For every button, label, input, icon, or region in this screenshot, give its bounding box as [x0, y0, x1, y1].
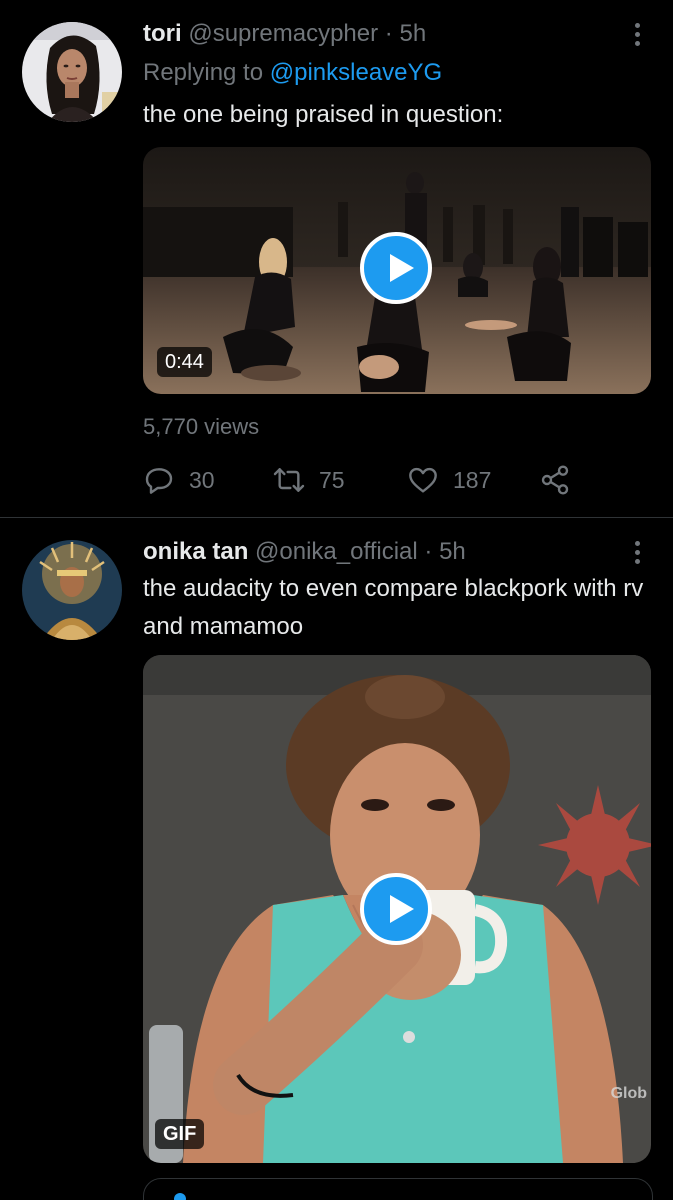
display-name[interactable]: tori	[143, 20, 182, 47]
next-tweet-card-preview[interactable]	[143, 1178, 653, 1200]
replying-to-line: Replying to @pinksleaveYG	[143, 58, 442, 88]
tweet-header: tori @supremacypher · 5h	[143, 19, 426, 49]
replying-to-label: Replying to	[143, 59, 264, 86]
reply-button[interactable]: 30	[143, 460, 215, 500]
video-duration-badge: 0:44	[157, 347, 212, 377]
play-icon[interactable]	[360, 232, 432, 304]
like-icon	[409, 467, 437, 493]
tweet-timestamp[interactable]: 5h	[439, 538, 466, 565]
retweet-button[interactable]: 75	[273, 460, 345, 500]
gif-badge: GIF	[155, 1119, 205, 1149]
tweet-text: the one being praised in question:	[143, 101, 504, 128]
user-handle[interactable]: @onika_official	[255, 538, 418, 565]
timeline-feed: tori @supremacypher · 5h Replying to @pi…	[0, 0, 673, 1200]
play-icon[interactable]	[360, 873, 432, 945]
reply-count: 30	[189, 466, 215, 493]
next-card-indicator	[174, 1193, 186, 1200]
header-separator: ·	[384, 20, 393, 47]
share-icon	[541, 465, 569, 495]
more-vertical-icon[interactable]	[629, 538, 645, 568]
share-button[interactable]	[539, 460, 571, 500]
header-separator: ·	[424, 538, 433, 565]
gif-watermark: Glob	[610, 1085, 647, 1102]
tweet-timestamp[interactable]: 5h	[399, 20, 426, 47]
more-vertical-icon[interactable]	[629, 20, 645, 50]
display-name[interactable]: onika tan	[143, 538, 248, 565]
avatar-onika-tan[interactable]	[22, 540, 122, 640]
user-handle[interactable]: @supremacypher	[188, 20, 378, 47]
avatar-tori-image	[22, 22, 122, 122]
view-count: 5,770 views	[143, 414, 260, 439]
tweet-2[interactable]: onika tan @onika_official · 5h the audac…	[0, 518, 673, 1200]
gif-player[interactable]: GIF Glob	[143, 655, 651, 1163]
video-player[interactable]: 0:44	[143, 147, 651, 394]
avatar-onika-tan-image	[22, 540, 122, 640]
tweet-header: onika tan @onika_official · 5h	[143, 537, 466, 567]
reply-icon	[145, 468, 173, 494]
retweet-count: 75	[319, 466, 345, 493]
like-button[interactable]: 187	[407, 460, 491, 500]
avatar-tori[interactable]	[22, 22, 122, 122]
tweet-text: the audacity to even compare blackpork w…	[143, 575, 644, 640]
replying-to-mention[interactable]: @pinksleaveYG	[270, 59, 442, 86]
tweet-actions: 30 75 187	[143, 460, 623, 500]
like-count: 187	[453, 466, 492, 493]
retweet-icon	[273, 468, 305, 492]
tweet-1[interactable]: tori @supremacypher · 5h Replying to @pi…	[0, 0, 673, 518]
